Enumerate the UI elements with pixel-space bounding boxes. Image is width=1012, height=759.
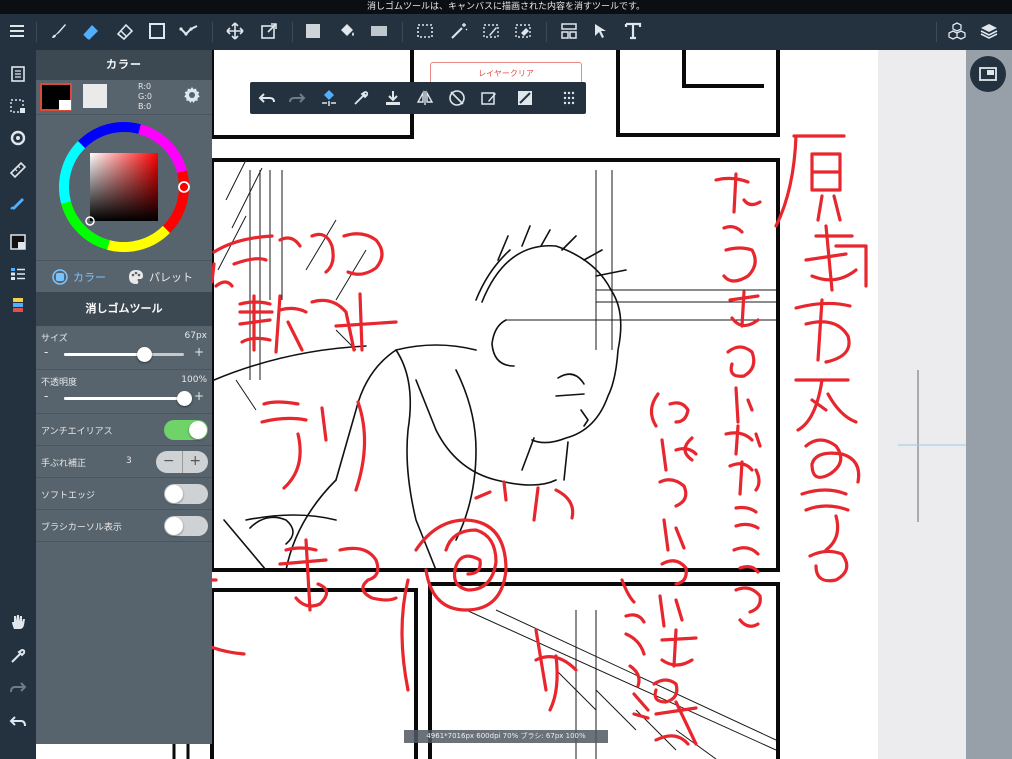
size-value: 67px (184, 331, 208, 341)
antialias-label: アンチエイリアス (41, 427, 113, 437)
opacity-slider[interactable] (64, 391, 192, 406)
brush-icon[interactable] (46, 18, 72, 44)
status-message: 消しゴムツールは、キャンバスに描画された内容を消すツールです。 (0, 0, 1012, 14)
brush-cursor-toggle[interactable] (164, 516, 208, 536)
main-color-swatch[interactable] (40, 83, 72, 111)
transform-icon[interactable] (256, 18, 282, 44)
ruler-icon[interactable] (5, 158, 31, 182)
sub-color-swatch[interactable] (83, 84, 107, 108)
flip-icon[interactable] (414, 87, 436, 109)
opacity-decrease-button[interactable]: - (44, 389, 48, 403)
frame-divide-icon[interactable] (556, 18, 582, 44)
soft-edge-row: ソフトエッジ (36, 478, 212, 510)
select-erase-icon[interactable] (510, 18, 536, 44)
size-slider[interactable] (64, 347, 184, 362)
antialias-toggle[interactable] (164, 420, 208, 440)
hand-icon[interactable] (5, 610, 31, 634)
undo-side-icon[interactable] (5, 710, 31, 734)
edit-toolbar (250, 82, 586, 114)
material-icon[interactable] (944, 18, 970, 44)
fill-eraser-icon[interactable] (112, 18, 138, 44)
opacity-slider-knob[interactable] (177, 391, 192, 406)
palette-icon (129, 270, 143, 284)
selection-icon[interactable] (5, 94, 31, 118)
tab-color[interactable]: カラー (52, 261, 106, 293)
color-wheel[interactable] (36, 114, 212, 260)
canvas-info: 4961*7016px 600dpi 70% ブラシ: 67px 100% (404, 730, 608, 743)
clear-icon[interactable] (446, 87, 468, 109)
stabilizer-stepper[interactable]: − + (156, 451, 208, 473)
color-tab-icon (52, 269, 68, 285)
brush-cursor-label: ブラシカーソル表示 (41, 523, 122, 533)
size-increase-button[interactable]: + (194, 345, 204, 359)
dropper-icon[interactable] (5, 644, 31, 668)
stabilizer-label: 手ぶれ補正 (41, 459, 87, 469)
stabilizer-plus-button[interactable]: + (183, 451, 209, 473)
select-icon[interactable] (412, 18, 438, 44)
move-icon[interactable] (222, 18, 248, 44)
color-panel-title: カラー (36, 50, 212, 80)
stabilizer-row: 手ぶれ補正 3 − + (36, 446, 212, 478)
opacity-value: 100% (181, 375, 207, 385)
size-slider-knob[interactable] (137, 347, 153, 362)
gradient-icon[interactable] (366, 18, 392, 44)
more-icon[interactable] (558, 87, 580, 109)
polyline-icon[interactable] (176, 18, 202, 44)
tab-palette[interactable]: パレット (128, 261, 193, 293)
eyedropper-icon[interactable] (350, 87, 372, 109)
opacity-label: 不透明度 (41, 378, 78, 388)
import-icon[interactable] (382, 87, 404, 109)
right-sidebar (966, 50, 1012, 759)
soft-edge-label: ソフトエッジ (41, 491, 96, 501)
redo-side-icon[interactable] (5, 676, 31, 700)
stabilizer-value: 3 (126, 456, 132, 466)
select-pen-icon[interactable] (478, 18, 504, 44)
rect-icon[interactable] (144, 18, 170, 44)
opacity-slider-row: 不透明度 100% - + (36, 370, 212, 414)
left-sidebar (0, 50, 36, 759)
color-panel: カラー R:0 G:0 B:0 カラー パレット 消しゴムツール サイズ 67p… (36, 50, 212, 744)
deselect-icon[interactable] (478, 87, 500, 109)
operate-icon[interactable] (588, 18, 614, 44)
color-swatch-icon[interactable] (300, 18, 326, 44)
pen-correction-icon[interactable] (5, 190, 31, 214)
size-label: サイズ (41, 334, 68, 344)
redo-icon[interactable] (286, 87, 308, 109)
brush-cursor-row: ブラシカーソル表示 (36, 510, 212, 542)
color-picker-icon[interactable] (5, 294, 31, 318)
menu-icon[interactable] (4, 18, 30, 44)
rgb-readout: R:0 G:0 B:0 (138, 82, 152, 111)
undo-icon[interactable] (256, 87, 278, 109)
navigator-button[interactable] (970, 56, 1006, 92)
navigator-icon (979, 67, 997, 81)
gear-icon[interactable] (182, 85, 202, 105)
bucket-icon[interactable] (334, 18, 360, 44)
top-toolbar (0, 14, 1012, 50)
select-move-icon[interactable] (318, 87, 340, 109)
size-slider-row: サイズ 67px - + (36, 326, 212, 370)
text-icon[interactable] (620, 18, 646, 44)
layers-icon[interactable] (976, 18, 1002, 44)
tool-panel-title: 消しゴムツール (36, 292, 212, 326)
antialias-row: アンチエイリアス (36, 414, 212, 446)
page-icon[interactable] (5, 62, 31, 86)
app-window: 消しゴムツールは、キャンバスに描画された内容を消すツールです。 レイヤークリア … (0, 0, 1012, 759)
size-decrease-button[interactable]: - (44, 345, 48, 359)
invert-icon[interactable] (514, 87, 536, 109)
soft-edge-toggle[interactable] (164, 484, 208, 504)
brush-list-icon[interactable] (5, 262, 31, 286)
snap-icon[interactable] (5, 126, 31, 150)
color-toggle-icon[interactable] (5, 230, 31, 254)
opacity-increase-button[interactable]: + (194, 389, 204, 403)
stabilizer-minus-button[interactable]: − (156, 451, 182, 473)
eraser-icon[interactable] (78, 18, 104, 44)
magic-wand-icon[interactable] (446, 18, 472, 44)
